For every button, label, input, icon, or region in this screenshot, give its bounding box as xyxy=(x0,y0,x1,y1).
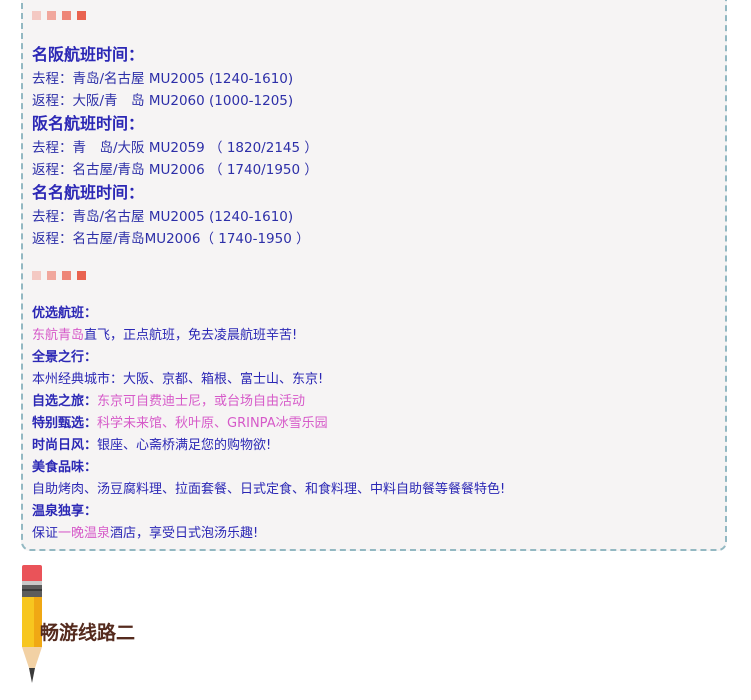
panorama-text: 本州经典城市：大阪、京都、箱根、富士山、东京! xyxy=(32,372,324,387)
decorative-squares-top xyxy=(32,11,86,21)
group2-outbound: 去程：青 岛/大阪 MU2059 （ 1820/2145 ） xyxy=(32,136,318,156)
group3-title: 名名航班时间： xyxy=(32,183,145,202)
onsen-detail: 酒店，享受日式泡汤乐趣! xyxy=(110,526,259,541)
onsen-label: 温泉独享： xyxy=(32,504,98,519)
return-label: 返程： xyxy=(32,93,73,109)
special-label: 特别甄选： xyxy=(32,416,98,431)
fashion-text: 银座、心斋桥满足您的购物欲! xyxy=(97,438,272,453)
preferred-detail: 直飞，正点航班，免去凌晨航班辛苦! xyxy=(84,328,298,343)
outbound-flight: MU2005 (1240-1610) xyxy=(144,71,294,87)
onsen-highlight: 一晚温泉 xyxy=(58,526,111,541)
group1-return: 返程：大阪/青 岛 MU2060 (1000-1205) xyxy=(32,89,293,109)
special-text: 科学未来馆、秋叶原、GRINPA冰雪乐园 xyxy=(97,416,328,431)
outbound-label: 去程： xyxy=(32,71,73,87)
outbound-label: 去程： xyxy=(32,140,73,156)
optional-tour: 自选之旅：东京可自费迪士尼，或台场自由活动 xyxy=(32,390,305,409)
group2-title: 阪名航班时间： xyxy=(32,114,145,133)
optional-label: 自选之旅： xyxy=(32,394,98,409)
food-label: 美食品味： xyxy=(32,460,98,475)
group3-outbound: 去程：青岛/名古屋 MU2005 (1240-1610) xyxy=(32,205,293,225)
decorative-squares-middle xyxy=(32,271,86,281)
group1-outbound: 去程：青岛/名古屋 MU2005 (1240-1610) xyxy=(32,67,293,87)
special-selection: 特别甄选：科学未来馆、秋叶原、GRINPA冰雪乐园 xyxy=(32,412,328,431)
onsen-text: 保证一晚温泉酒店，享受日式泡汤乐趣! xyxy=(32,522,258,541)
group2-return: 返程：名古屋/青岛 MU2006 （ 1740/1950 ） xyxy=(32,158,318,178)
outbound-flight: MU2059 （ 1820/2145 ） xyxy=(144,140,318,156)
preferred-airline: 东航青岛 xyxy=(32,328,85,343)
group3-return: 返程：名古屋/青岛MU2006（ 1740-1950 ） xyxy=(32,227,310,247)
return-label: 返程： xyxy=(32,231,73,247)
return-flight: MU2060 (1000-1205) xyxy=(144,93,294,109)
outbound-route: 青 岛/大阪 xyxy=(72,140,145,156)
return-route: 名古屋/青岛 xyxy=(72,231,145,247)
outbound-route: 青岛/名古屋 xyxy=(72,71,145,87)
fashion-label: 时尚日风： xyxy=(32,438,98,453)
return-label: 返程： xyxy=(32,162,73,178)
onsen-prefix: 保证 xyxy=(32,526,59,541)
outbound-label: 去程： xyxy=(32,209,73,225)
return-flight: MU2006（ 1740-1950 ） xyxy=(144,231,310,247)
return-route: 名古屋/青岛 xyxy=(72,162,145,178)
optional-text: 东京可自费迪士尼，或台场自由活动 xyxy=(97,394,306,409)
outbound-route: 青岛/名古屋 xyxy=(72,209,145,225)
food-text: 自助烤肉、汤豆腐料理、拉面套餐、日式定食、和食料理、中料自助餐等餐餐特色! xyxy=(32,482,506,497)
preferred-label: 优选航班： xyxy=(32,306,98,321)
fashion-line: 时尚日风：银座、心斋桥满足您的购物欲! xyxy=(32,434,271,453)
panorama-label: 全景之行： xyxy=(32,350,98,365)
route-title: 畅游线路二 xyxy=(40,622,136,644)
return-flight: MU2006 （ 1740/1950 ） xyxy=(144,162,318,178)
page: 名阪航班时间： 去程：青岛/名古屋 MU2005 (1240-1610) 返程：… xyxy=(0,0,751,700)
return-route: 大阪/青 岛 xyxy=(72,93,145,109)
group1-title: 名阪航班时间： xyxy=(32,45,145,64)
outbound-flight: MU2005 (1240-1610) xyxy=(144,209,294,225)
preferred-text: 东航青岛直飞，正点航班，免去凌晨航班辛苦! xyxy=(32,324,297,343)
